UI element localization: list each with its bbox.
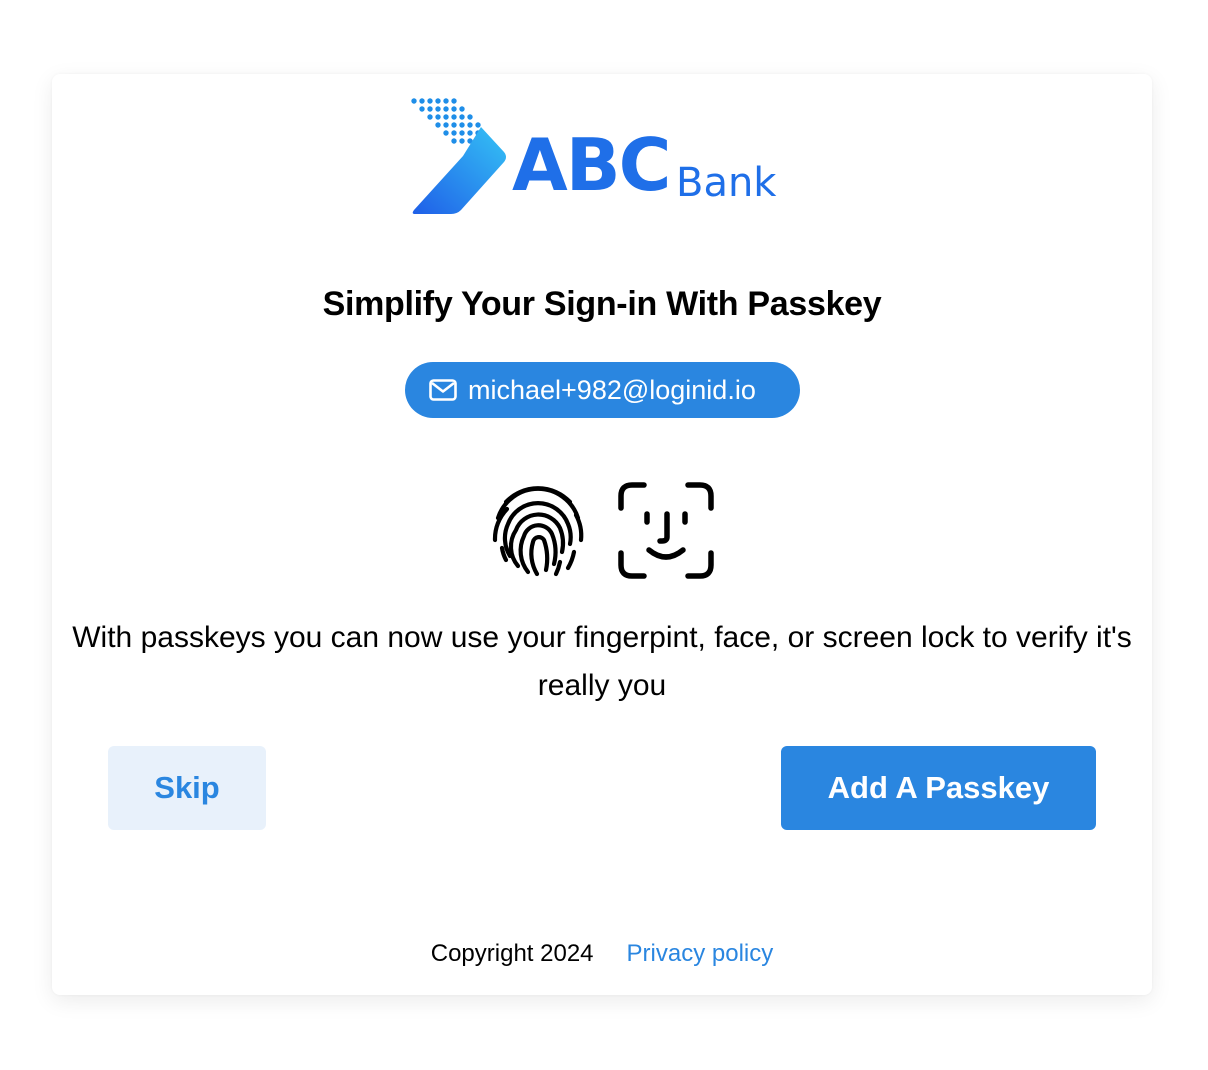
abc-bank-logo: ABC Bank bbox=[409, 94, 789, 219]
copyright-text: Copyright 2024 bbox=[430, 940, 594, 967]
skip-button[interactable]: Skip bbox=[108, 746, 266, 830]
footer: Copyright 2024 Privacy policy bbox=[52, 938, 1152, 970]
mail-icon bbox=[429, 379, 457, 401]
account-email-badge: michael+982@loginid.io bbox=[405, 362, 800, 418]
page-title: Simplify Your Sign-in With Passkey bbox=[322, 285, 882, 323]
add-passkey-button[interactable]: Add A Passkey bbox=[781, 746, 1096, 830]
privacy-policy-link[interactable]: Privacy policy bbox=[627, 938, 774, 970]
logo-bank-text: Bank bbox=[676, 160, 777, 206]
logo-mark-icon bbox=[411, 98, 506, 214]
passkey-card: ABC Bank Simplify Your Sign-in With Pass… bbox=[52, 74, 1152, 995]
logo-abc-text: ABC bbox=[512, 123, 671, 207]
face-id-icon bbox=[618, 482, 714, 579]
fingerprint-icon bbox=[490, 482, 586, 579]
passkey-description: With passkeys you can now use your finge… bbox=[72, 621, 1132, 702]
account-email-text: michael+982@loginid.io bbox=[468, 374, 756, 405]
